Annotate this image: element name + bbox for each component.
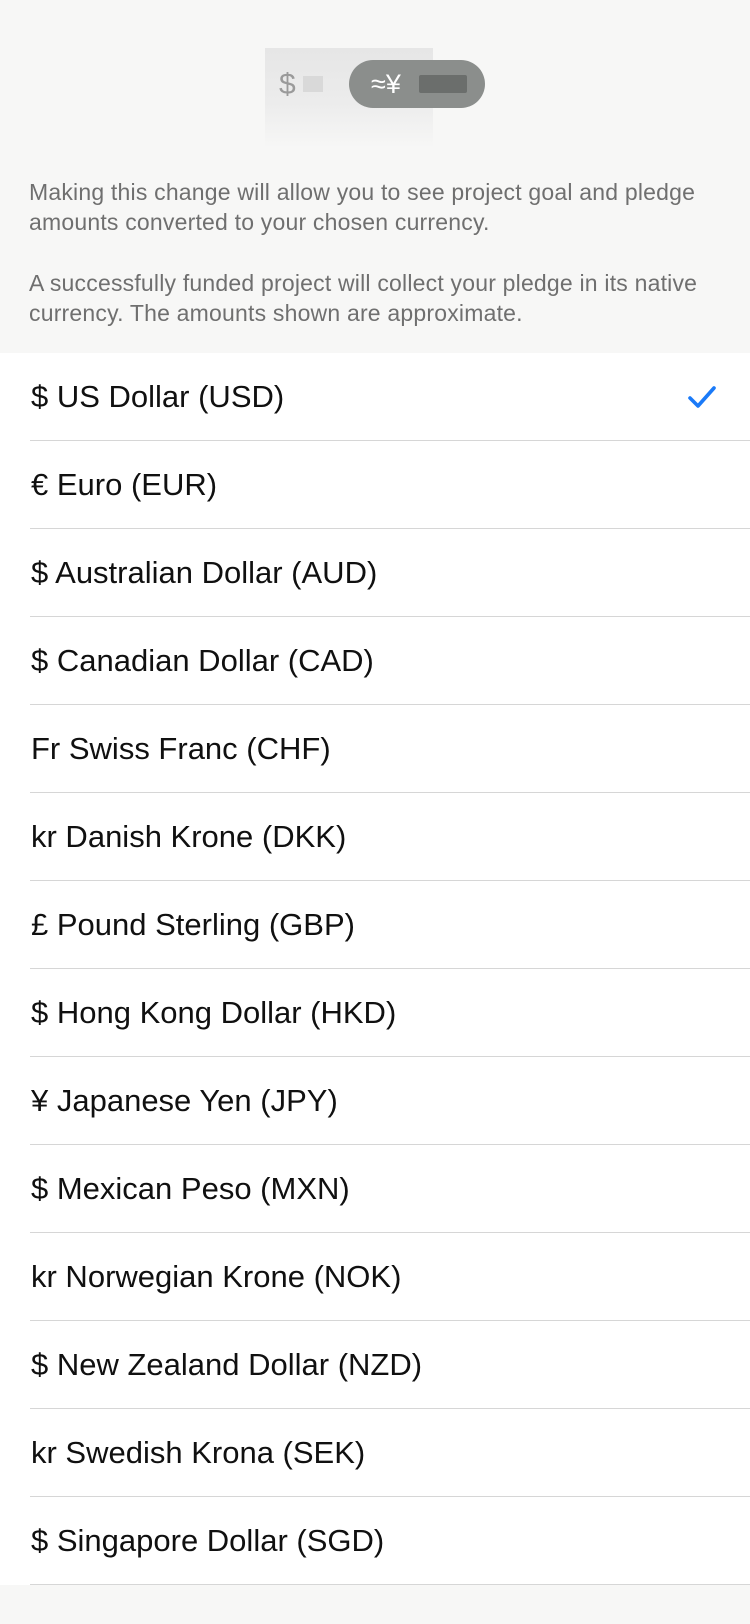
currency-row-7[interactable]: $ Hong Kong Dollar (HKD)	[0, 969, 750, 1057]
approximation-disclaimer-text: A successfully funded project will colle…	[29, 270, 698, 326]
currency-row-1[interactable]: € Euro (EUR)	[0, 441, 750, 529]
currency-row-10[interactable]: kr Norwegian Krone (NOK)	[0, 1233, 750, 1321]
currency-label: ¥ Japanese Yen (JPY)	[31, 1083, 338, 1118]
conversion-explanation-text: Making this change will allow you to see…	[29, 179, 696, 235]
checkmark-icon	[688, 386, 716, 408]
currency-row-3[interactable]: $ Canadian Dollar (CAD)	[0, 617, 750, 705]
currency-label: $ US Dollar (USD)	[31, 379, 285, 414]
currency-label: $ New Zealand Dollar (NZD)	[31, 1347, 423, 1382]
currency-label: $ Hong Kong Dollar (HKD)	[31, 995, 397, 1030]
amount-placeholder-bar	[303, 76, 323, 92]
approx-yen-icon: ≈¥	[371, 69, 401, 99]
currency-row-8[interactable]: ¥ Japanese Yen (JPY)	[0, 1057, 750, 1145]
currency-label: $ Mexican Peso (MXN)	[31, 1171, 350, 1206]
currency-row-5[interactable]: kr Danish Krone (DKK)	[0, 793, 750, 881]
currency-label: kr Danish Krone (DKK)	[31, 819, 347, 854]
currency-label: kr Norwegian Krone (NOK)	[31, 1259, 402, 1294]
converted-amount-placeholder-bar	[419, 75, 467, 93]
currency-label: kr Swedish Krona (SEK)	[31, 1435, 366, 1470]
dollar-sign-icon: $	[279, 68, 296, 101]
currency-row-2[interactable]: $ Australian Dollar (AUD)	[0, 529, 750, 617]
currency-row-13[interactable]: $ Singapore Dollar (SGD)	[0, 1497, 750, 1585]
currency-label: Fr Swiss Franc (CHF)	[31, 731, 331, 766]
currency-row-0[interactable]: $ US Dollar (USD)	[0, 353, 750, 441]
currency-row-6[interactable]: £ Pound Sterling (GBP)	[0, 881, 750, 969]
currency-row-4[interactable]: Fr Swiss Franc (CHF)	[0, 705, 750, 793]
currency-label: € Euro (EUR)	[31, 467, 218, 502]
currency-label: $ Canadian Dollar (CAD)	[31, 643, 374, 678]
currency-row-9[interactable]: $ Mexican Peso (MXN)	[0, 1145, 750, 1233]
currency-conversion-illustration: $ ≈¥	[265, 48, 485, 148]
currency-label: $ Australian Dollar (AUD)	[31, 555, 378, 590]
converted-amount-pill: ≈¥	[349, 60, 485, 108]
currency-label: £ Pound Sterling (GBP)	[31, 907, 355, 942]
currency-row-11[interactable]: $ New Zealand Dollar (NZD)	[0, 1321, 750, 1409]
currency-list: $ US Dollar (USD) € Euro (EUR) $ Austral…	[0, 353, 750, 1585]
currency-header: $ ≈¥ Making this change will allow you t…	[0, 0, 750, 353]
currency-label: $ Singapore Dollar (SGD)	[31, 1523, 385, 1558]
currency-row-12[interactable]: kr Swedish Krona (SEK)	[0, 1409, 750, 1497]
